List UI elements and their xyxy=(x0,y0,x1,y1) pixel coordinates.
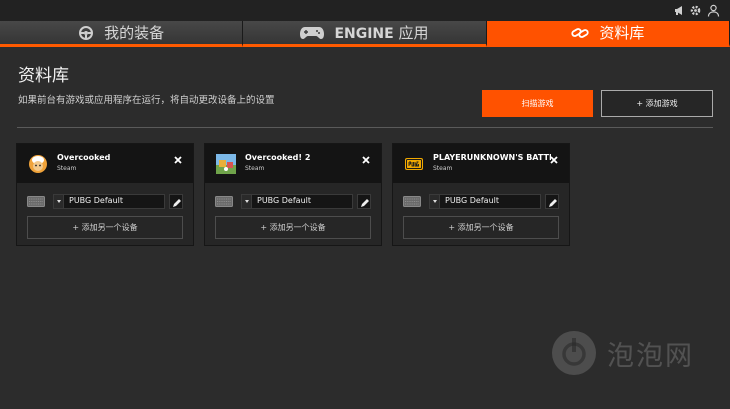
profile-value: PUBG Default xyxy=(69,196,123,205)
chevron-down-icon xyxy=(54,195,64,208)
scan-games-button[interactable]: 扫描游戏 xyxy=(482,90,593,117)
page-description: 如果前台有游戏或应用程序在运行，将自动更改设备上的设置 xyxy=(18,95,275,106)
game-name: PLAYERUNKNOWN'S BATTLEGROUNDS xyxy=(433,153,551,162)
profile-value: PUBG Default xyxy=(257,196,311,205)
page-title: 资料库 xyxy=(18,66,69,86)
pubg-icon xyxy=(405,158,423,170)
watermark-logo-icon xyxy=(552,331,596,375)
add-device-button[interactable]: + 添加另一个设备 xyxy=(403,216,559,239)
game-card-header: PLAYERUNKNOWN'S BATTLEGROUNDS Steam xyxy=(393,144,569,183)
edit-profile-button[interactable] xyxy=(357,194,371,209)
tab-engine-apps[interactable]: ENGINE 应用 xyxy=(243,21,487,47)
tab-library[interactable]: 资料库 xyxy=(486,21,730,47)
main-tabs: 我的装备 ENGINE 应用 资料库 xyxy=(0,21,730,47)
add-device-button[interactable]: + 添加另一个设备 xyxy=(215,216,371,239)
edit-profile-button[interactable] xyxy=(169,194,183,209)
chevron-down-icon xyxy=(242,195,252,208)
tab-label: 资料库 xyxy=(599,24,645,42)
game-platform: Steam xyxy=(57,165,77,172)
pencil-icon xyxy=(361,199,369,207)
user-icon[interactable] xyxy=(707,4,720,17)
keyboard-icon xyxy=(215,196,233,207)
profile-select[interactable]: PUBG Default xyxy=(429,194,541,209)
tab-label-engine: ENGINE xyxy=(334,26,394,42)
megaphone-icon[interactable] xyxy=(673,4,686,17)
close-icon[interactable] xyxy=(361,155,371,165)
pencil-icon xyxy=(173,199,181,207)
add-game-button[interactable]: + 添加游戏 xyxy=(601,90,713,117)
top-utility-bar xyxy=(0,0,730,21)
game-card-header: Overcooked Steam xyxy=(17,144,193,183)
overcooked2-icon xyxy=(216,154,236,174)
game-card: Overcooked Steam PUBG Default + 添加另一个设备 xyxy=(16,143,194,246)
game-name: Overcooked! 2 xyxy=(245,153,311,162)
chevron-down-icon xyxy=(430,195,440,208)
device-row: PUBG Default xyxy=(215,194,371,209)
close-icon[interactable] xyxy=(549,155,559,165)
game-name: Overcooked xyxy=(57,153,111,162)
add-device-button[interactable]: + 添加另一个设备 xyxy=(27,216,183,239)
device-row: PUBG Default xyxy=(403,194,559,209)
edit-profile-button[interactable] xyxy=(545,194,559,209)
keyboard-icon xyxy=(27,196,45,207)
gamepad-icon xyxy=(300,26,325,39)
game-card-header: Overcooked! 2 Steam xyxy=(205,144,381,183)
game-card: PLAYERUNKNOWN'S BATTLEGROUNDS Steam PUBG… xyxy=(392,143,570,246)
watermark: 泡泡网 xyxy=(551,330,701,376)
link-icon xyxy=(571,27,589,38)
tab-my-gear[interactable]: 我的装备 xyxy=(0,21,244,47)
keyboard-icon xyxy=(403,196,421,207)
close-icon[interactable] xyxy=(173,155,183,165)
profile-select[interactable]: PUBG Default xyxy=(53,194,165,209)
game-platform: Steam xyxy=(433,165,453,172)
profile-value: PUBG Default xyxy=(445,196,499,205)
divider xyxy=(17,127,713,128)
gear-icon[interactable] xyxy=(689,4,702,17)
game-platform: Steam xyxy=(245,165,265,172)
watermark-text: 泡泡网 xyxy=(607,341,694,372)
steering-wheel-icon xyxy=(79,25,94,40)
pencil-icon xyxy=(549,199,557,207)
tab-label: 应用 xyxy=(398,24,429,42)
game-card: Overcooked! 2 Steam PUBG Default + 添加另一个… xyxy=(204,143,382,246)
tab-label: 我的装备 xyxy=(104,24,165,42)
profile-select[interactable]: PUBG Default xyxy=(241,194,353,209)
overcooked-icon xyxy=(29,155,47,173)
device-row: PUBG Default xyxy=(27,194,183,209)
